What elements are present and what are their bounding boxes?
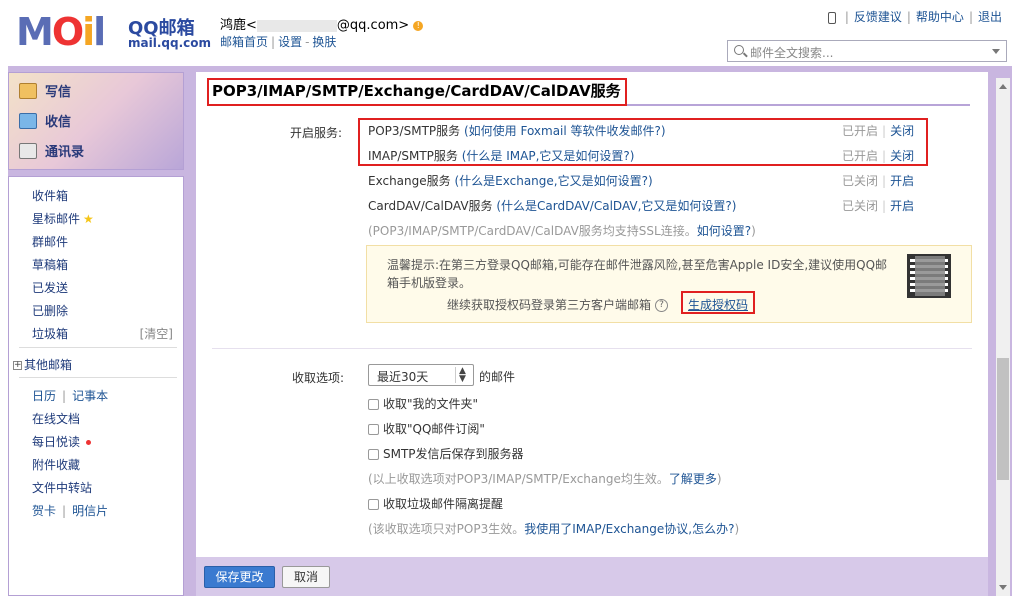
calendar-link[interactable]: 日历 [32,389,56,403]
carddav-help-link[interactable]: (什么是CardDAV/CalDAV,它又是如何设置?) [496,199,736,213]
tip-text: 温馨提示:在第三方登录QQ邮箱,可能存在邮件泄露风险,甚至危害Apple ID安… [387,258,888,290]
qr-redacted [915,256,945,296]
enable-service-label: 开启服务: [290,126,343,140]
settings-link[interactable]: 设置 [278,35,302,49]
fetch-range-select[interactable]: 最近30天 ▲ ▼ [368,364,474,386]
carddav-toggle-link[interactable]: 开启 [890,199,914,213]
other-mailboxes[interactable]: + 其他邮箱 [13,356,72,373]
docs-link[interactable]: 在线文档 [32,410,80,427]
folder-spam[interactable]: 垃圾箱 [32,325,68,342]
contacts-button[interactable]: 通讯录 [19,141,84,167]
email-redacted [256,19,337,32]
contact-card-icon [19,142,37,159]
compose-button[interactable]: 写信 [19,81,71,107]
notes-link[interactable]: 记事本 [72,389,108,403]
daily-read-link[interactable]: 每日悦读 [32,433,92,450]
highlight-box [681,291,755,314]
exchange-status: 已关闭 | 开启 [842,174,915,188]
service-carddav: CardDAV/CalDAV服务 (什么是CardDAV/CalDAV,它又是如… [368,199,737,213]
file-transfer-link[interactable]: 文件中转站 [32,479,92,496]
home-link[interactable]: 邮箱首页 [220,35,268,49]
sidebar: 写信 收信 通讯录 收件箱 星标邮件 ★ 群邮件 草稿箱 已发送 已删除 垃圾箱 … [8,72,184,596]
logo[interactable]: MOil QQ邮箱 mail.qq.com [16,10,216,54]
folder-drafts[interactable]: 草稿箱 [32,256,68,273]
folder-sent[interactable]: 已发送 [32,279,68,296]
tip-auth-line: 继续获取授权码登录第三方客户端邮箱? [447,296,669,313]
learn-more-link[interactable]: 了解更多 [669,472,717,486]
scrollbar[interactable] [996,78,1010,596]
divider [19,377,177,378]
highlight-box [358,118,928,166]
top-bar: MOil QQ邮箱 mail.qq.com 鸿鹿< @qq.com>! 邮箱首页 |… [0,0,1012,66]
search-placeholder: 邮件全文搜索... [750,46,834,60]
user-email-suffix: @qq.com> [336,18,410,33]
option-subscriptions[interactable]: 收取"QQ邮件订阅" [368,420,485,437]
user-info: 鸿鹿< @qq.com>! [220,14,424,33]
pop3-note: (该收取选项只对POP3生效。我使用了IMAP/Exchange协议,怎么办?) [368,522,740,536]
notification-dot-icon [86,440,92,445]
ssl-note: (POP3/IMAP/SMTP/CardDAV/CalDAV服务均支持SSL连接… [368,224,756,238]
help-icon[interactable]: ? [655,299,669,312]
ssl-setup-link[interactable]: 如何设置? [697,224,751,238]
scroll-down-icon[interactable] [999,585,1007,590]
chevron-down-icon[interactable] [992,49,1000,54]
logo-url: mail.qq.com [128,36,211,50]
user-name: 鸿鹿< [220,18,257,33]
options-note: (以上收取选项对POP3/IMAP/SMTP/Exchange均生效。了解更多) [368,472,722,486]
folder-deleted[interactable]: 已删除 [32,302,68,319]
logo-mark: MOil [16,10,106,54]
option-spam-alert[interactable]: 收取垃圾邮件隔离提醒 [368,495,503,512]
receive-button[interactable]: 收信 [19,111,71,137]
expand-icon: + [13,360,22,370]
exchange-help-link[interactable]: (什么是Exchange,它又是如何设置?) [454,174,652,188]
phone-icon[interactable] [827,11,836,24]
search-icon [734,45,744,55]
footer-bar: 保存更改 取消 [196,557,988,596]
attachments-link[interactable]: 附件收藏 [32,456,80,473]
scroll-thumb[interactable] [997,358,1009,480]
tools-row-2: 贺卡 | 明信片 [32,504,109,518]
postcard-link[interactable]: 明信片 [72,504,108,518]
folder-starred[interactable]: 星标邮件 ★ [32,210,94,227]
folder-inbox[interactable]: 收件箱 [32,187,68,204]
user-links: 邮箱首页 | 设置 - 换肤 [220,35,337,49]
inbox-icon [19,112,37,129]
checkbox[interactable] [368,424,379,435]
checkbox[interactable] [368,449,379,460]
clear-spam-link[interactable]: [清空] [140,325,173,342]
help-link[interactable]: 帮助中心 [916,10,964,24]
top-links: | 反馈建议 | 帮助中心 | 退出 [827,8,1002,25]
checkbox[interactable] [368,399,379,410]
skin-link[interactable]: 换肤 [312,35,336,49]
greeting-card-link[interactable]: 贺卡 [32,504,56,518]
option-save-sent[interactable]: SMTP发信后保存到服务器 [368,445,524,462]
star-icon: ★ [83,212,94,226]
fetch-suffix: 的邮件 [479,370,516,384]
warning-icon[interactable]: ! [413,20,424,31]
fetch-options-label: 收取选项: [292,371,345,385]
scroll-up-icon[interactable] [999,84,1007,89]
pencil-icon [19,82,37,99]
quick-actions: 写信 收信 通讯录 [8,72,184,170]
security-tip: 温馨提示:在第三方登录QQ邮箱,可能存在邮件泄露风险,甚至危害Apple ID安… [366,245,972,323]
service-exchange: Exchange服务 (什么是Exchange,它又是如何设置?) [368,174,653,188]
exchange-toggle-link[interactable]: 开启 [890,174,914,188]
checkbox[interactable] [368,499,379,510]
option-my-folders[interactable]: 收取"我的文件夹" [368,395,478,412]
feedback-link[interactable]: 反馈建议 [854,10,902,24]
divider [19,347,177,348]
save-button[interactable]: 保存更改 [204,566,275,588]
carddav-status: 已关闭 | 开启 [842,199,915,213]
stepper-icon: ▲ ▼ [455,367,469,384]
folder-list: 收件箱 星标邮件 ★ 群邮件 草稿箱 已发送 已删除 垃圾箱 [清空] + 其他邮箱… [8,176,184,596]
divider [212,348,972,349]
logout-link[interactable]: 退出 [978,10,1002,24]
highlight-box [207,78,627,106]
folder-group[interactable]: 群邮件 [32,233,68,250]
tools-row-1: 日历 | 记事本 [32,389,109,403]
imap-exchange-help-link[interactable]: 我使用了IMAP/Exchange协议,怎么办? [524,522,734,536]
search-input[interactable]: 邮件全文搜索... [727,40,1007,62]
cancel-button[interactable]: 取消 [282,566,330,588]
